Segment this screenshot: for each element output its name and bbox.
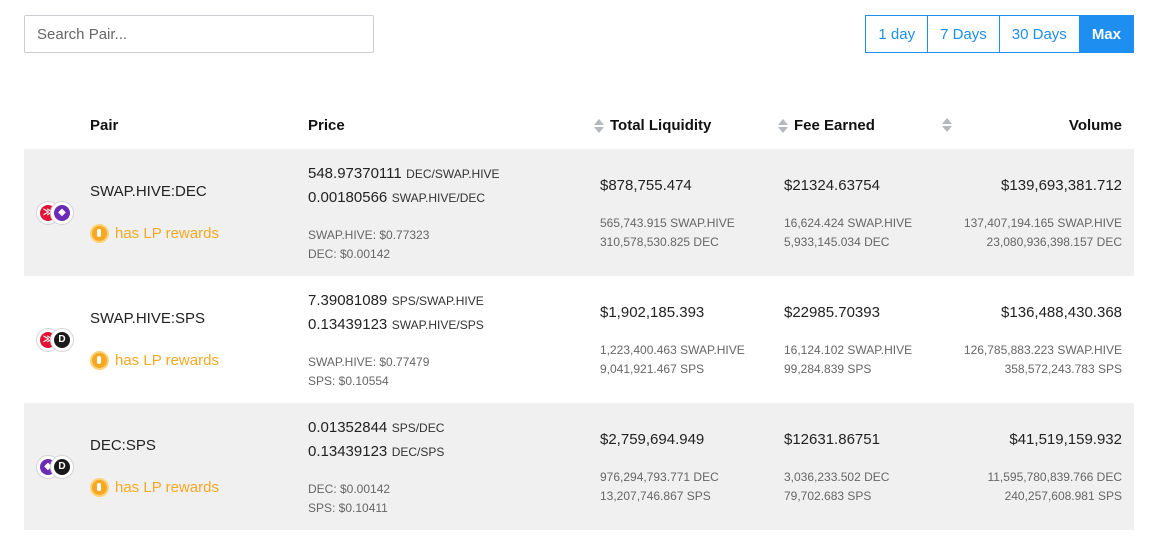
- volume-token-1: 137,407,194.165 SWAP.HIVE: [963, 216, 1122, 230]
- search-input[interactable]: [24, 15, 374, 53]
- price-secondary: 0.13439123 DEC/SPS: [308, 443, 444, 461]
- price-primary: 548.97370111 DEC/SWAP.HIVE: [308, 165, 500, 183]
- header-volume: Volume: [1069, 117, 1122, 134]
- liquidity-token-1: 1,223,400.463 SWAP.HIVE: [600, 343, 745, 357]
- header-fee[interactable]: Fee Earned: [778, 117, 875, 134]
- lp-rewards-icon: [90, 224, 109, 243]
- liquidity-token-1: 976,294,793.771 DEC: [600, 470, 719, 484]
- price-value: 0.13439123: [308, 316, 388, 333]
- header-volume-sort[interactable]: [942, 117, 958, 133]
- fee-token-2: 99,284.839 SPS: [784, 362, 872, 376]
- liquidity-value: $878,755.474: [600, 177, 692, 194]
- pair-name[interactable]: DEC:SPS: [90, 437, 156, 454]
- header-price: Price: [308, 117, 345, 134]
- price-value: 0.13439123: [308, 443, 388, 460]
- lp-rewards-label: has LP rewards: [115, 479, 219, 496]
- volume-value: $139,693,381.712: [1001, 177, 1122, 194]
- period-selector: 1 day 7 Days 30 Days Max: [865, 15, 1134, 53]
- pair-icons: ≫ D: [36, 327, 76, 352]
- liquidity-token-2: 13,207,746.867 SPS: [600, 489, 711, 503]
- liquidity-token-2: 310,578,530.825 DEC: [600, 235, 719, 249]
- lp-rewards-icon: [90, 351, 109, 370]
- price-primary: 0.01352844 SPS/DEC: [308, 419, 444, 437]
- sps-icon: D: [50, 327, 74, 352]
- volume-token-1: 11,595,780,839.766 DEC: [987, 470, 1122, 484]
- lp-rewards-label: has LP rewards: [115, 352, 219, 369]
- price-unit: SPS/DEC: [391, 421, 445, 435]
- price-value: 548.97370111: [308, 165, 402, 182]
- lp-rewards-label: has LP rewards: [115, 225, 219, 242]
- price-unit: SWAP.HIVE/SPS: [391, 318, 484, 332]
- pair-icons: ◆ D: [36, 454, 76, 479]
- pair-name[interactable]: SWAP.HIVE:DEC: [90, 183, 207, 200]
- price-unit: SWAP.HIVE/DEC: [391, 191, 486, 205]
- price-secondary: 0.00180566 SWAP.HIVE/DEC: [308, 189, 485, 207]
- table-row[interactable]: ≫ ◆ SWAP.HIVE:DEC has LP rewards 548.973…: [24, 149, 1134, 276]
- header-volume-label: Volume: [1068, 117, 1122, 134]
- price-value: 0.01352844: [308, 419, 388, 436]
- usd-price-1: DEC: $0.00142: [308, 482, 391, 496]
- fee-token-2: 79,702.683 SPS: [784, 489, 872, 503]
- sort-icon: [778, 118, 788, 134]
- fee-token-1: 16,624.424 SWAP.HIVE: [784, 216, 913, 230]
- period-1-day-button[interactable]: 1 day: [865, 15, 929, 53]
- sort-icon: [594, 118, 604, 134]
- header-price-label: Price: [308, 117, 345, 134]
- sort-icon: [942, 117, 952, 133]
- volume-value: $41,519,159.932: [1009, 431, 1122, 448]
- fee-value: $21324.63754: [784, 177, 880, 194]
- header-pair: Pair: [90, 117, 118, 134]
- fee-token-2: 5,933,145.034 DEC: [784, 235, 890, 249]
- lp-rewards-badge: has LP rewards: [90, 478, 219, 497]
- lp-rewards-badge: has LP rewards: [90, 351, 219, 370]
- volume-value: $136,488,430.368: [1001, 304, 1122, 321]
- usd-price-1: SWAP.HIVE: $0.77479: [308, 355, 430, 369]
- table-body: ≫ ◆ SWAP.HIVE:DEC has LP rewards 548.973…: [24, 149, 1134, 530]
- liquidity-value: $2,759,694.949: [600, 431, 705, 448]
- price-unit: DEC/SPS: [391, 445, 445, 459]
- fee-token-1: 3,036,233.502 DEC: [784, 470, 890, 484]
- header-pair-label: Pair: [90, 117, 119, 134]
- header-fee-label: Fee Earned: [794, 117, 875, 134]
- liquidity-value: $1,902,185.393: [600, 304, 705, 321]
- table-header: Pair Price Total Liquidity Fee Earned Vo…: [24, 104, 1134, 149]
- table-row[interactable]: ◆ D DEC:SPS has LP rewards 0.01352844 SP…: [24, 403, 1134, 530]
- period-7-days-button[interactable]: 7 Days: [927, 15, 1000, 53]
- usd-price-1: SWAP.HIVE: $0.77323: [308, 228, 430, 242]
- period-30-days-button[interactable]: 30 Days: [998, 15, 1080, 53]
- table-row[interactable]: ≫ D SWAP.HIVE:SPS has LP rewards 7.39081…: [24, 276, 1134, 403]
- usd-price-2: DEC: $0.00142: [308, 247, 391, 261]
- volume-token-2: 358,572,243.783 SPS: [1004, 362, 1122, 376]
- price-unit: DEC/SWAP.HIVE: [406, 167, 500, 181]
- usd-price-2: SPS: $0.10411: [308, 501, 388, 515]
- header-liquidity-label: Total Liquidity: [610, 117, 712, 134]
- dec-icon: ◆: [50, 200, 74, 225]
- liquidity-token-1: 565,743.915 SWAP.HIVE: [600, 216, 735, 230]
- volume-token-2: 23,080,936,398.157 DEC: [986, 235, 1122, 249]
- sps-icon: D: [50, 454, 74, 479]
- volume-token-2: 240,257,608.981 SPS: [1004, 489, 1122, 503]
- price-unit: SPS/SWAP.HIVE: [391, 294, 484, 308]
- fee-token-1: 16,124.102 SWAP.HIVE: [784, 343, 913, 357]
- period-max-button[interactable]: Max: [1078, 15, 1134, 53]
- usd-price-2: SPS: $0.10554: [308, 374, 389, 388]
- price-primary: 7.39081089 SPS/SWAP.HIVE: [308, 292, 484, 310]
- price-secondary: 0.13439123 SWAP.HIVE/SPS: [308, 316, 484, 334]
- lp-rewards-badge: has LP rewards: [90, 224, 219, 243]
- price-value: 7.39081089: [308, 292, 388, 309]
- fee-value: $12631.86751: [784, 431, 880, 448]
- pair-icons: ≫ ◆: [36, 200, 76, 225]
- volume-token-1: 126,785,883.223 SWAP.HIVE: [963, 343, 1122, 357]
- fee-value: $22985.70393: [784, 304, 880, 321]
- pairs-table: Pair Price Total Liquidity Fee Earned Vo…: [24, 104, 1134, 530]
- lp-rewards-icon: [90, 478, 109, 497]
- price-value: 0.00180566: [308, 189, 388, 206]
- header-liquidity[interactable]: Total Liquidity: [594, 117, 711, 134]
- pair-name[interactable]: SWAP.HIVE:SPS: [90, 310, 205, 327]
- liquidity-token-2: 9,041,921.467 SPS: [600, 362, 705, 376]
